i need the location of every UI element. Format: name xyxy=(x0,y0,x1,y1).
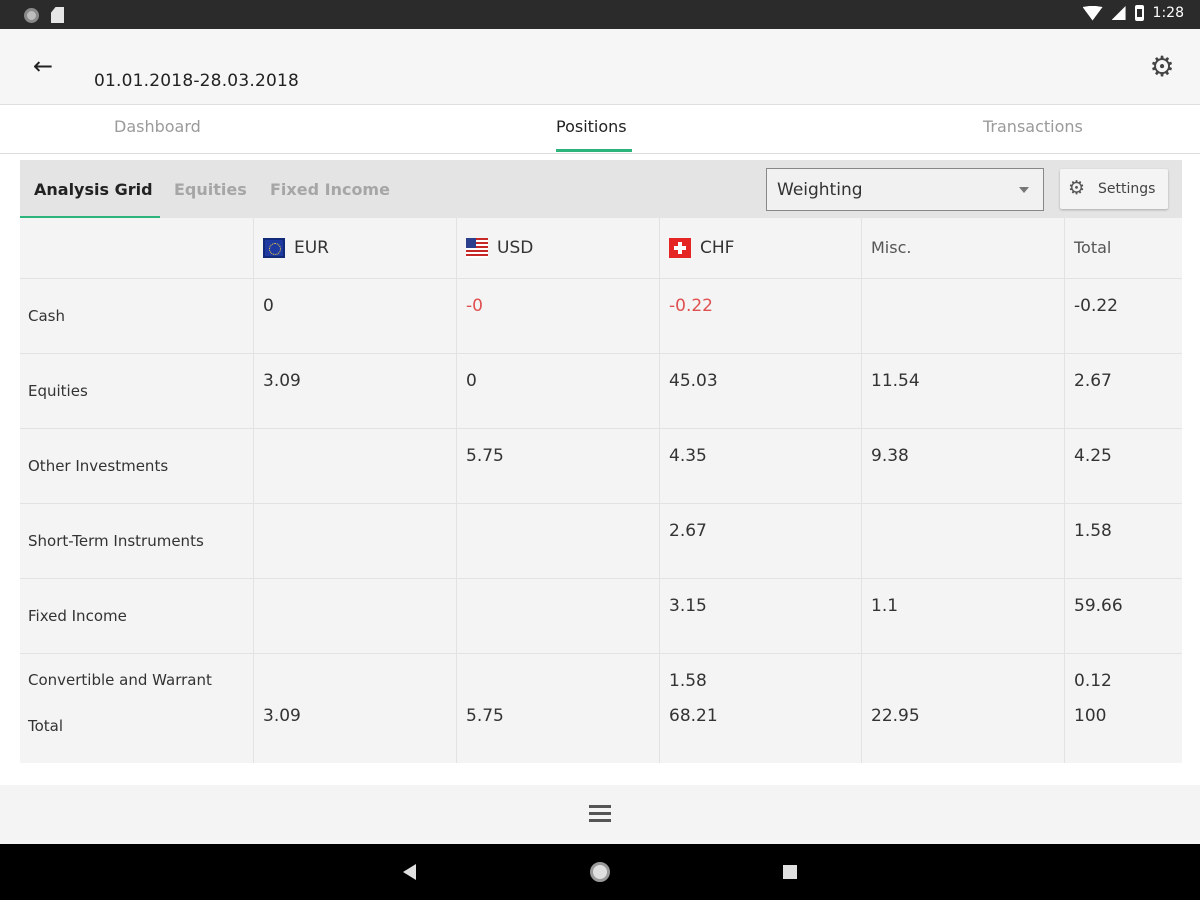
row-label-equities: Equities xyxy=(28,382,88,400)
battery-icon xyxy=(1134,5,1144,21)
row-label-convertible-and-warrant: Convertible and Warrant xyxy=(28,671,212,689)
table-cell: 59.66 xyxy=(1074,596,1123,616)
view-select[interactable]: Weighting xyxy=(766,168,1044,211)
table-cell: 1.1 xyxy=(871,596,899,616)
table-cell: -0.22 xyxy=(1074,296,1118,316)
bottom-bar xyxy=(0,785,1200,844)
column-header-eur: EUR xyxy=(263,238,329,258)
settings-button-label: Settings xyxy=(1098,181,1156,197)
subtabs-bar: Analysis Grid Equities Fixed Income Weig… xyxy=(20,160,1182,218)
view-select-value: Weighting xyxy=(777,180,863,200)
tab-dashboard[interactable]: Dashboard xyxy=(114,117,201,136)
swiss-flag-icon xyxy=(669,238,691,258)
tab-positions[interactable]: Positions xyxy=(556,117,627,136)
system-navigation-bar xyxy=(0,844,1200,900)
column-header-label: Total xyxy=(1074,238,1112,257)
row-label-short-term-instruments: Short-Term Instruments xyxy=(28,532,204,550)
grid-row-divider xyxy=(20,653,1182,654)
menu-icon[interactable] xyxy=(589,805,611,823)
nav-back-icon[interactable] xyxy=(403,864,416,880)
column-header-label: USD xyxy=(497,238,534,258)
row-label-other-investments: Other Investments xyxy=(28,457,169,475)
table-cell: 68.21 xyxy=(669,706,718,726)
column-header-label: CHF xyxy=(700,238,735,258)
table-cell: -0.22 xyxy=(669,296,713,316)
grid-column-divider xyxy=(659,218,660,763)
grid-column-divider xyxy=(456,218,457,763)
subtab-fixed-income[interactable]: Fixed Income xyxy=(270,180,390,199)
date-range[interactable]: 01.01.2018-28.03.2018 xyxy=(94,71,299,91)
table-cell: 11.54 xyxy=(871,371,920,391)
tab-transactions[interactable]: Transactions xyxy=(983,117,1083,136)
table-cell: 22.95 xyxy=(871,706,920,726)
table-cell: 3.15 xyxy=(669,596,707,616)
grid-column-divider xyxy=(861,218,862,763)
grid-row-divider xyxy=(20,428,1182,429)
subtab-equities[interactable]: Equities xyxy=(174,180,247,199)
nav-home-icon[interactable] xyxy=(590,862,610,882)
clock: 1:28 xyxy=(1152,5,1184,21)
column-header-misc: Misc. xyxy=(871,238,911,257)
wifi-icon xyxy=(1082,5,1103,21)
table-cell: 5.75 xyxy=(466,446,504,466)
table-cell: 1.58 xyxy=(1074,521,1112,541)
caret-down-icon xyxy=(1019,187,1029,193)
table-cell: 2.67 xyxy=(1074,371,1112,391)
row-label-cash: Cash xyxy=(28,307,65,325)
table-cell: 2.67 xyxy=(669,521,707,541)
table-cell: 45.03 xyxy=(669,371,718,391)
grid-row-divider xyxy=(20,503,1182,504)
gear-icon[interactable]: ⚙ xyxy=(1146,51,1178,83)
grid-row-divider xyxy=(20,278,1182,279)
cell-signal-icon xyxy=(1111,6,1126,20)
column-header-label: Misc. xyxy=(871,238,912,257)
column-header-label: EUR xyxy=(294,238,329,258)
row-label-total: Total xyxy=(28,717,64,735)
row-label-fixed-income: Fixed Income xyxy=(28,607,127,625)
table-cell: 0 xyxy=(466,371,477,391)
table-cell: 1.58 xyxy=(669,671,707,691)
status-bar: 1:28 xyxy=(0,0,1200,29)
subtab-analysis-grid[interactable]: Analysis Grid xyxy=(34,180,153,199)
us-flag-icon xyxy=(466,238,488,258)
back-arrow-icon[interactable]: ← xyxy=(28,51,58,81)
analysis-panel: Analysis Grid Equities Fixed Income Weig… xyxy=(20,160,1182,763)
gear-icon: ⚙ xyxy=(1068,177,1086,199)
table-cell: 0 xyxy=(263,296,274,316)
column-header-total: Total xyxy=(1074,238,1111,257)
grid-row-divider xyxy=(20,578,1182,579)
table-cell: 3.09 xyxy=(263,706,301,726)
main-tabs: Dashboard Positions Transactions xyxy=(0,105,1200,154)
notification-dot-icon xyxy=(24,7,39,23)
settings-button[interactable]: ⚙ Settings xyxy=(1060,169,1168,209)
table-cell: 4.35 xyxy=(669,446,707,466)
table-cell: 3.09 xyxy=(263,371,301,391)
app-bar: ← 01.01.2018-28.03.2018 ⚙ xyxy=(0,29,1200,105)
active-tab-indicator xyxy=(556,149,632,152)
sd-card-icon xyxy=(51,7,64,23)
table-cell: 4.25 xyxy=(1074,446,1112,466)
grid-column-divider xyxy=(1064,218,1065,763)
table-cell: 9.38 xyxy=(871,446,909,466)
eu-flag-icon xyxy=(263,238,285,258)
grid-row-divider xyxy=(20,353,1182,354)
table-cell: 5.75 xyxy=(466,706,504,726)
nav-recents-icon[interactable] xyxy=(783,865,797,879)
column-header-usd: USD xyxy=(466,238,533,258)
column-header-chf: CHF xyxy=(669,238,734,258)
table-cell: 100 xyxy=(1074,706,1107,726)
grid-column-divider xyxy=(253,218,254,763)
table-cell: -0 xyxy=(466,296,483,316)
analysis-grid: EUR USD CHF Misc. Total Cash 0 -0 -0.22 … xyxy=(20,218,1182,763)
table-cell: 0.12 xyxy=(1074,671,1112,691)
